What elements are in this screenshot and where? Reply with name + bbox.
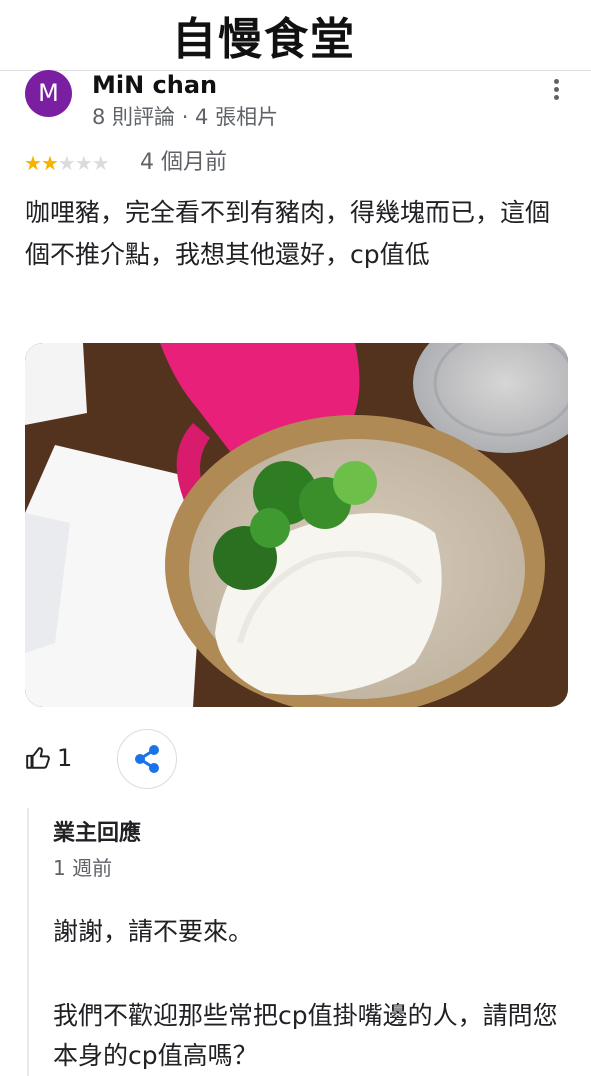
author-meta: 8 則評論 · 4 張相片	[92, 105, 279, 129]
star-empty-icon: ★	[91, 151, 110, 175]
share-icon	[135, 745, 159, 773]
star-filled-icon: ★	[24, 151, 42, 175]
owner-reply-line2: 我們不歡迎那些常把cp值掛嘴邊的人，請問您本身的cp值高嗎？	[53, 1001, 558, 1070]
owner-reply-time: 1 週前	[53, 856, 113, 880]
owner-reply-title: 業主回應	[53, 821, 142, 846]
share-button[interactable]	[117, 729, 177, 789]
owner-reply-line1: 謝謝，請不要來。	[53, 917, 254, 946]
review-text: 咖哩豬，完全看不到有豬肉，得幾塊而已，這個個不推介點，我想其他還好，cp值低	[25, 198, 551, 269]
more-vert-icon[interactable]	[547, 76, 565, 102]
thumb-up-icon[interactable]	[25, 745, 51, 771]
star-filled-icon: ★	[40, 151, 59, 175]
like-count: 1	[57, 744, 73, 772]
page-title: 自慢食堂	[172, 14, 356, 65]
star-rating: ★★★★★	[24, 150, 110, 176]
food-photo-illustration	[25, 343, 568, 707]
title-bar: 自慢食堂	[0, 0, 591, 71]
avatar[interactable]: M	[25, 70, 72, 117]
author-name[interactable]: MiN chan	[92, 70, 217, 100]
star-empty-icon: ★	[57, 151, 76, 175]
owner-reply-divider	[27, 808, 29, 1076]
review-photo[interactable]	[25, 343, 568, 707]
star-empty-icon: ★	[74, 151, 93, 175]
review-time: 4 個月前	[140, 150, 227, 175]
